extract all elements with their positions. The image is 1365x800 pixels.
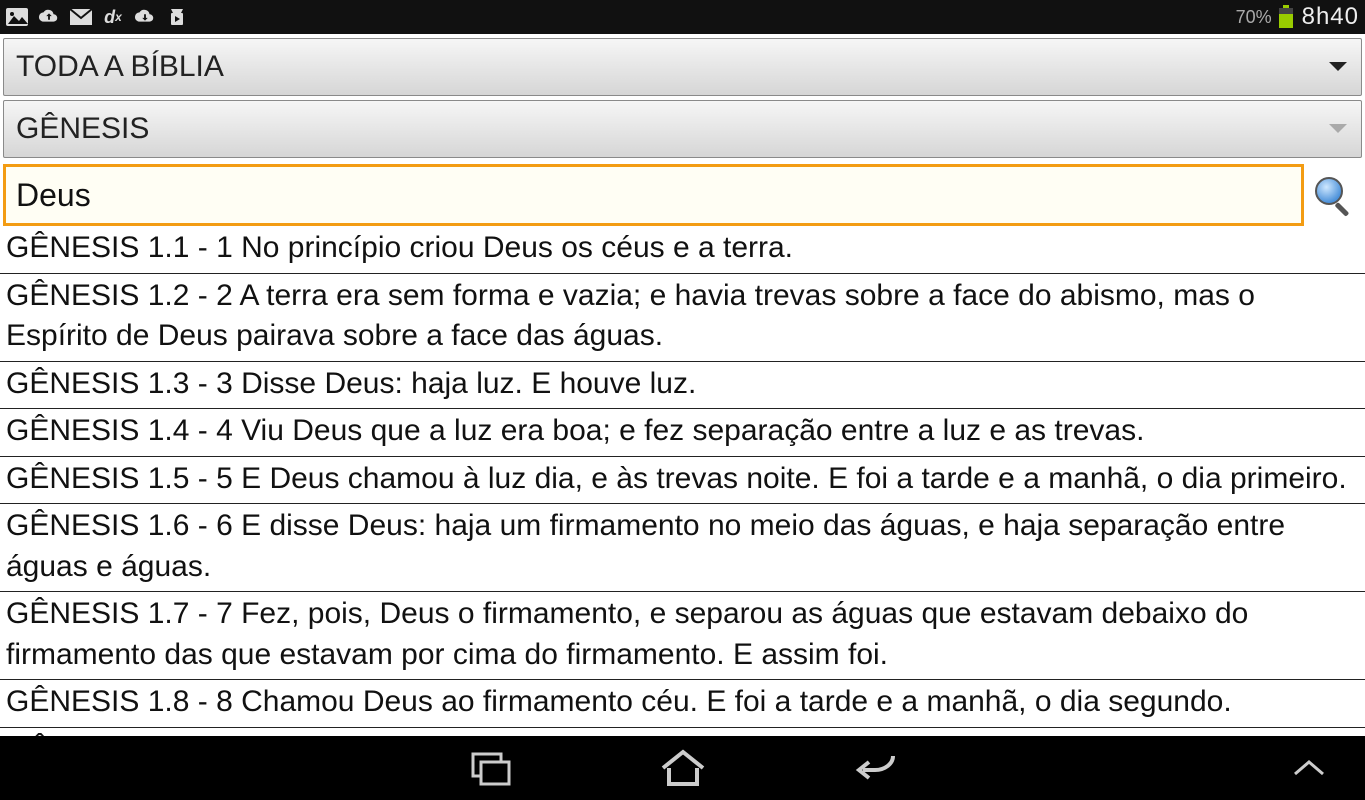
result-item[interactable]: GÊNESIS 1.3 - 3 Disse Deus: haja luz. E … bbox=[0, 362, 1365, 410]
scope-dropdown[interactable]: TODA A BÍBLIA bbox=[3, 38, 1362, 96]
scope-label: TODA A BÍBLIA bbox=[16, 50, 224, 84]
magnifier-icon bbox=[1311, 173, 1355, 217]
result-item[interactable]: GÊNESIS 1.6 - 6 E disse Deus: haja um fi… bbox=[0, 504, 1365, 592]
search-row bbox=[3, 164, 1362, 226]
results-list[interactable]: GÊNESIS 1.1 - 1 No princípio criou Deus … bbox=[0, 226, 1365, 736]
battery-icon bbox=[1278, 5, 1296, 29]
search-button[interactable] bbox=[1304, 164, 1362, 226]
dx-icon: dx bbox=[102, 6, 124, 28]
back-button[interactable] bbox=[849, 742, 901, 794]
result-item[interactable]: GÊNESIS 1.4 - 4 Viu Deus que a luz era b… bbox=[0, 409, 1365, 457]
result-item[interactable]: GÊNESIS 1.5 - 5 E Deus chamou à luz dia,… bbox=[0, 457, 1365, 505]
play-store-icon bbox=[166, 6, 188, 28]
status-bar: dx 70% 8h40 bbox=[0, 0, 1365, 34]
cloud-upload-icon bbox=[38, 6, 60, 28]
book-label: GÊNESIS bbox=[16, 112, 149, 146]
cloud-download-icon bbox=[134, 6, 156, 28]
result-item[interactable]: GÊNESIS 1.9 - 9 E disse Deus: Ajuntem-se… bbox=[0, 728, 1365, 737]
result-item[interactable]: GÊNESIS 1.1 - 1 No princípio criou Deus … bbox=[0, 226, 1365, 274]
result-item[interactable]: GÊNESIS 1.8 - 8 Chamou Deus ao firmament… bbox=[0, 680, 1365, 728]
home-button[interactable] bbox=[657, 742, 709, 794]
book-dropdown[interactable]: GÊNESIS bbox=[3, 100, 1362, 158]
search-input[interactable] bbox=[3, 164, 1304, 226]
mail-icon bbox=[70, 6, 92, 28]
result-item[interactable]: GÊNESIS 1.7 - 7 Fez, pois, Deus o firmam… bbox=[0, 592, 1365, 680]
recent-apps-button[interactable] bbox=[465, 742, 517, 794]
gallery-icon bbox=[6, 6, 28, 28]
expand-up-button[interactable] bbox=[1283, 742, 1335, 794]
result-item[interactable]: GÊNESIS 1.2 - 2 A terra era sem forma e … bbox=[0, 274, 1365, 362]
chevron-down-icon bbox=[1327, 122, 1349, 136]
chevron-down-icon bbox=[1327, 60, 1349, 74]
status-left-icons: dx bbox=[6, 6, 188, 28]
nav-bar bbox=[0, 736, 1365, 800]
clock: 8h40 bbox=[1302, 3, 1359, 31]
battery-percent: 70% bbox=[1236, 7, 1272, 28]
status-right: 70% 8h40 bbox=[1236, 3, 1359, 31]
